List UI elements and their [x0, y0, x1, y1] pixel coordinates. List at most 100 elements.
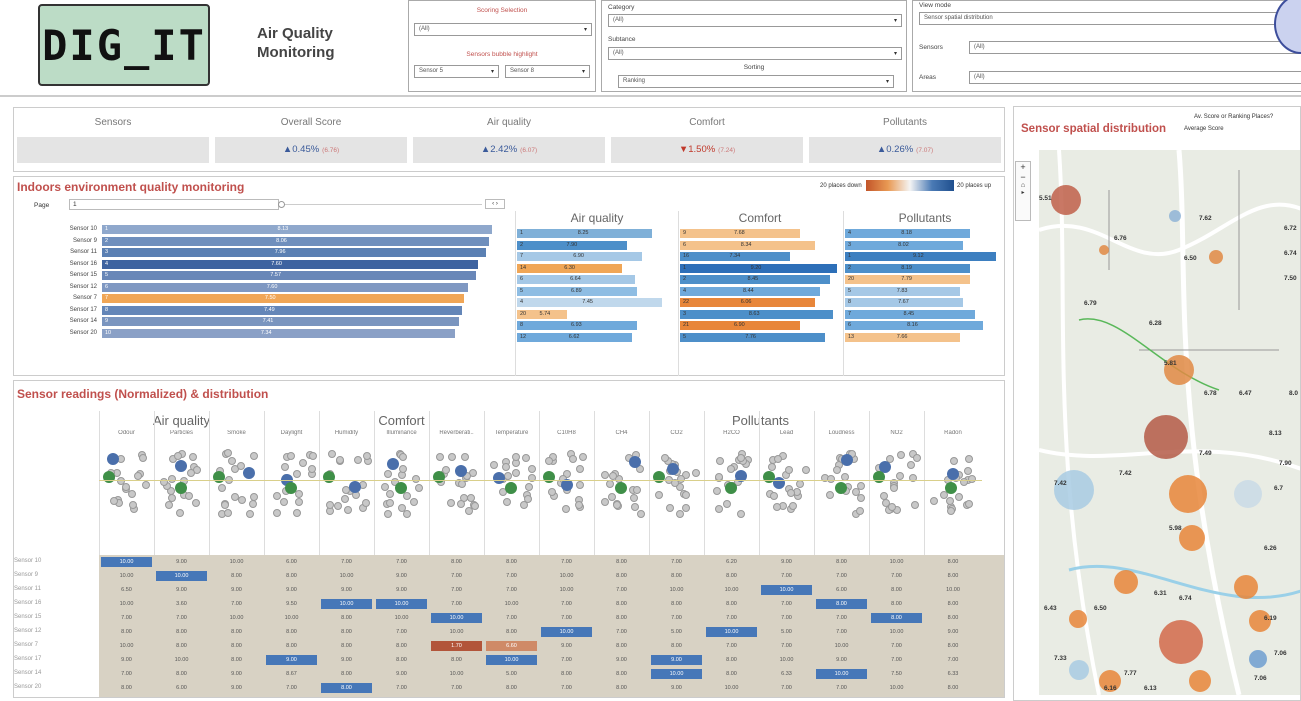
distribution-dot[interactable] [299, 458, 308, 467]
reading-cell[interactable]: 8.00 [376, 655, 427, 665]
group-score-bar[interactable]: 9 7.68 [680, 229, 800, 238]
reading-cell[interactable]: 8.00 [926, 641, 980, 651]
sensor-bubble[interactable] [1234, 575, 1258, 599]
distribution-dot[interactable] [906, 461, 915, 470]
reading-cell[interactable]: 10.00 [321, 571, 372, 581]
highlight-bubble-b[interactable] [945, 482, 957, 494]
distribution-dot[interactable] [327, 449, 336, 458]
reading-cell[interactable]: 7.00 [376, 557, 427, 567]
overall-score-bar[interactable]: 10 7.34 [102, 328, 455, 338]
distribution-dot[interactable] [292, 469, 301, 478]
distribution-dot[interactable] [436, 452, 445, 461]
distribution-dot[interactable] [511, 469, 520, 478]
overall-score-bar[interactable]: 5 7.57 [102, 271, 476, 280]
group-score-bar[interactable]: 8 6.93 [517, 321, 637, 330]
reading-cell[interactable]: 9.00 [211, 585, 262, 595]
map-zoom-controls[interactable]: + − ⌂ ▸ [1015, 161, 1031, 221]
reading-cell[interactable]: 9.00 [761, 557, 812, 567]
reading-cell[interactable]: 8.00 [926, 599, 980, 609]
distribution-dot[interactable] [238, 496, 247, 505]
group-score-bar[interactable]: 20 5.74 [517, 309, 567, 319]
distribution-dot[interactable] [666, 503, 675, 512]
distribution-dot[interactable] [523, 495, 532, 504]
group-score-bar[interactable]: 3 8.63 [680, 309, 833, 319]
reading-cell[interactable]: 10.00 [816, 641, 867, 651]
distribution-dot[interactable] [579, 453, 588, 462]
reading-cell[interactable]: 10.00 [706, 585, 757, 595]
sensor-bubble[interactable] [1159, 620, 1203, 664]
scoring-select[interactable]: (All) ▾ [414, 23, 592, 36]
reading-cell[interactable]: 7.00 [486, 571, 537, 581]
reading-cell[interactable]: 8.00 [926, 571, 980, 581]
reading-cell[interactable]: 9.00 [541, 641, 592, 651]
reading-cell[interactable]: 7.50 [871, 669, 922, 679]
sorting-select[interactable]: Ranking ▾ [618, 75, 894, 88]
distribution-dot[interactable] [295, 498, 304, 507]
group-score-bar[interactable]: 1 9.20 [680, 263, 837, 273]
distribution-dot[interactable] [796, 480, 805, 489]
distribution-dot[interactable] [637, 509, 646, 518]
distribution-dot[interactable] [630, 502, 639, 511]
distribution-dot[interactable] [293, 509, 302, 518]
reading-cell[interactable]: 7.00 [926, 655, 980, 665]
distribution-dot[interactable] [122, 482, 131, 491]
distribution-dot[interactable] [889, 484, 898, 493]
reading-cell[interactable]: 8.00 [706, 599, 757, 609]
highlight-bubble-a[interactable] [773, 477, 785, 489]
overall-score-bar[interactable]: 2 8.06 [102, 236, 489, 246]
distribution-dot[interactable] [399, 465, 408, 474]
reading-cell[interactable]: 10.00 [266, 613, 317, 623]
reading-cell[interactable]: 8.00 [596, 669, 647, 679]
distribution-dot[interactable] [464, 507, 473, 516]
overall-score-bar[interactable]: 9 7.41 [102, 317, 459, 326]
distribution-dot[interactable] [250, 451, 259, 460]
reading-cell[interactable]: 7.00 [211, 599, 262, 609]
highlight-bubble-a[interactable] [175, 460, 187, 472]
reading-cell[interactable]: 7.00 [816, 571, 867, 581]
distribution-dot[interactable] [737, 510, 746, 519]
group-score-bar[interactable]: 4 7.45 [517, 298, 662, 307]
reading-cell[interactable]: 8.00 [211, 655, 262, 665]
group-score-bar[interactable]: 2 8.19 [845, 263, 970, 273]
sensors-select[interactable]: (All) [969, 41, 1301, 54]
map-toggle-value[interactable]: Average Score [1184, 126, 1224, 132]
reading-cell[interactable]: 7.00 [431, 599, 482, 609]
sensor-bubble[interactable] [1169, 210, 1181, 222]
reading-cell[interactable]: 7.00 [816, 627, 867, 637]
reading-cell[interactable]: 7.00 [321, 557, 372, 567]
overall-score-bar[interactable]: 8 7.49 [102, 305, 462, 315]
highlight-bubble-a[interactable] [107, 453, 119, 465]
reading-cell[interactable]: 9.00 [321, 655, 372, 665]
reading-cell[interactable]: 10.00 [651, 585, 702, 595]
reading-cell[interactable]: 7.00 [816, 683, 867, 693]
reading-cell[interactable]: 8.00 [596, 571, 647, 581]
distribution-dot[interactable] [281, 462, 290, 471]
reading-cell[interactable]: 8.00 [156, 641, 207, 651]
highlight-bubble-b[interactable] [175, 482, 187, 494]
overall-score-bar[interactable]: 3 7.96 [102, 248, 486, 257]
reading-cell[interactable]: 5.00 [486, 669, 537, 679]
reading-cell[interactable]: 10.00 [101, 599, 152, 609]
reading-cell[interactable]: 8.00 [321, 669, 372, 679]
reading-cell[interactable]: 7.00 [871, 571, 922, 581]
group-score-bar[interactable]: 5 7.83 [845, 286, 960, 296]
distribution-dot[interactable] [601, 470, 610, 479]
distribution-dot[interactable] [722, 500, 731, 509]
distribution-dot[interactable] [164, 500, 173, 509]
reading-cell[interactable]: 10.00 [706, 683, 757, 693]
group-score-bar[interactable]: 5 7.76 [680, 332, 825, 342]
reading-cell[interactable]: 8.00 [596, 599, 647, 609]
sensor-bubble[interactable] [1234, 480, 1262, 508]
distribution-dot[interactable] [191, 499, 200, 508]
reading-cell[interactable]: 9.00 [651, 655, 702, 665]
sensor-bubble[interactable] [1069, 610, 1087, 628]
highlight-bubble-b[interactable] [653, 471, 665, 483]
reading-cell[interactable]: 8.00 [871, 585, 922, 595]
sensor-bubble[interactable] [1249, 650, 1267, 668]
reading-cell[interactable]: 8.00 [321, 683, 372, 693]
reading-cell[interactable]: 3.60 [156, 599, 207, 609]
reading-cell[interactable]: 5.00 [651, 627, 702, 637]
reading-cell[interactable]: 7.00 [431, 683, 482, 693]
reading-cell[interactable]: 8.67 [266, 669, 317, 679]
overall-score-bar[interactable]: 6 7.60 [102, 282, 468, 292]
